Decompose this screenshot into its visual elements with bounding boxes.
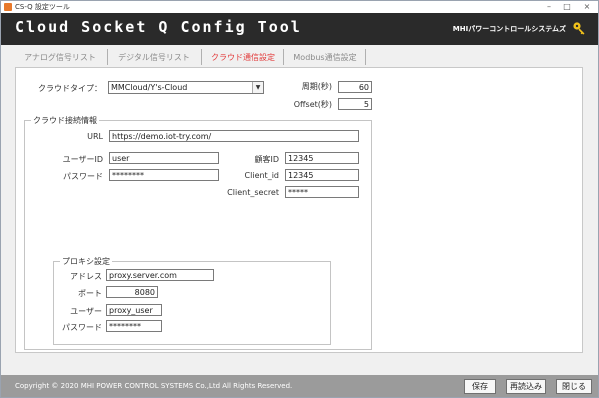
password-label: パスワード — [63, 172, 103, 181]
app-icon — [4, 3, 12, 11]
password-input[interactable]: ******** — [109, 169, 219, 181]
cloud-settings-panel: クラウドタイプ： MMCloud/Y's-Cloud ▼ 周期(秒) 60 Of… — [15, 67, 583, 353]
client-secret-input[interactable]: ***** — [285, 186, 359, 198]
reload-button[interactable]: 再読込み — [506, 379, 546, 394]
proxy-port-input[interactable]: 8080 — [106, 286, 158, 298]
cloud-connection-group-label: クラウド接続情報 — [31, 115, 99, 126]
proxy-password-input[interactable]: ******** — [106, 320, 162, 332]
tab-bar: アナログ信号リスト デジタル信号リスト クラウド通信設定 Modbus通信設定 — [15, 45, 595, 67]
user-id-label: ユーザーID — [62, 155, 103, 164]
customer-id-label: 顧客ID — [254, 155, 279, 164]
proxy-address-input[interactable]: proxy.server.com — [106, 269, 214, 281]
tab-modbus-settings[interactable]: Modbus通信設定 — [287, 51, 363, 65]
client-id-input[interactable]: 12345 — [285, 169, 359, 181]
tab-divider — [283, 49, 284, 65]
save-button[interactable]: 保存 — [464, 379, 496, 394]
app-header: Cloud Socket Q Config Tool MHIパワーコントロールシ… — [1, 13, 598, 45]
tab-divider — [107, 49, 108, 65]
client-secret-label: Client_secret — [227, 188, 279, 197]
proxy-port-label: ポート — [78, 289, 102, 298]
minimize-icon[interactable]: – — [540, 1, 558, 13]
tab-divider — [201, 49, 202, 65]
cloud-type-value: MMCloud/Y's-Cloud — [111, 83, 188, 92]
customer-id-input[interactable]: 12345 — [285, 152, 359, 164]
tab-analog-signal-list[interactable]: アナログ信号リスト — [17, 51, 103, 65]
client-id-label: Client_id — [244, 171, 279, 180]
offset-input[interactable]: 5 — [338, 98, 372, 110]
footer-bar: Copyright © 2020 MHI POWER CONTROL SYSTE… — [1, 375, 598, 397]
close-button[interactable]: 閉じる — [556, 379, 592, 394]
period-input[interactable]: 60 — [338, 81, 372, 93]
url-label: URL — [87, 132, 103, 141]
app-title: Cloud Socket Q Config Tool — [15, 18, 302, 36]
tab-digital-signal-list[interactable]: デジタル信号リスト — [111, 51, 197, 65]
maximize-icon[interactable]: □ — [558, 1, 576, 13]
tab-cloud-settings[interactable]: クラウド通信設定 — [205, 51, 281, 65]
close-window-icon[interactable]: × — [578, 1, 596, 13]
chevron-down-icon[interactable]: ▼ — [252, 82, 263, 93]
app-window: CS-Q 設定ツール – □ × Cloud Socket Q Config T… — [0, 0, 599, 398]
period-label: 周期(秒) — [301, 82, 332, 91]
tab-divider — [365, 49, 366, 65]
proxy-group: プロキシ設定 アドレス proxy.server.com ポート 8080 ユー… — [53, 256, 331, 345]
proxy-user-input[interactable]: proxy_user — [106, 304, 162, 316]
proxy-group-label: プロキシ設定 — [60, 256, 112, 267]
company-name: MHIパワーコントロールシステムズ — [452, 25, 566, 33]
copyright-text: Copyright © 2020 MHI POWER CONTROL SYSTE… — [15, 382, 293, 390]
proxy-password-label: パスワード — [62, 323, 102, 332]
title-bar: CS-Q 設定ツール – □ × — [1, 1, 598, 13]
proxy-user-label: ユーザー — [70, 307, 102, 316]
url-input[interactable]: https://demo.iot-try.com/ — [109, 130, 359, 142]
user-id-input[interactable]: user — [109, 152, 219, 164]
window-title: CS-Q 設定ツール — [15, 3, 70, 11]
offset-label: Offset(秒) — [293, 100, 332, 109]
cloud-type-select[interactable]: MMCloud/Y's-Cloud ▼ — [108, 81, 264, 94]
key-icon — [573, 22, 585, 35]
cloud-connection-group: クラウド接続情報 URL https://demo.iot-try.com/ ユ… — [24, 115, 372, 350]
proxy-address-label: アドレス — [70, 272, 102, 281]
cloud-type-label: クラウドタイプ： — [38, 84, 102, 93]
